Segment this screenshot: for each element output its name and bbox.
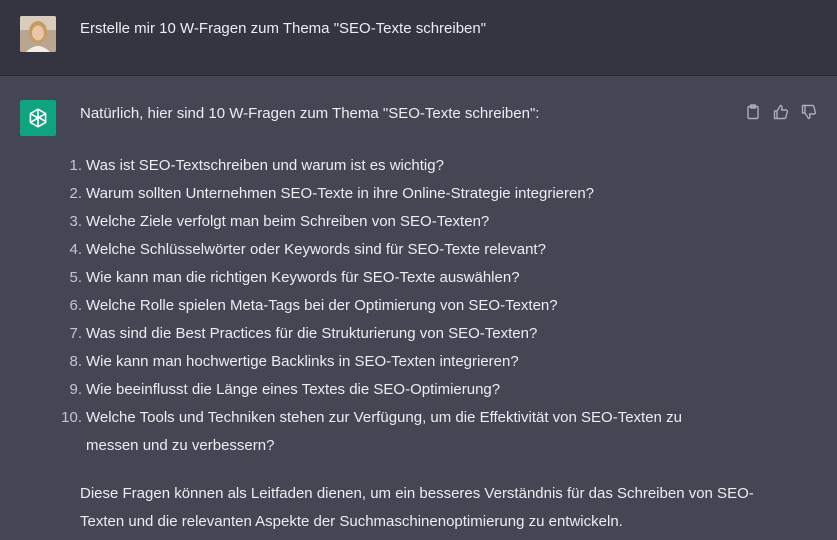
question-list: 1. Was ist SEO-Textschreiben und warum is… — [61, 152, 736, 460]
list-item: 5. Wie kann man die richtigen Keywords fü… — [69, 264, 736, 292]
assistant-intro-text: Natürlich, hier sind 10 W-Fragen zum The… — [80, 105, 540, 122]
assistant-outro-text: Diese Fragen können als Leitfaden dienen… — [80, 485, 754, 530]
list-number: 4. — [69, 241, 82, 258]
list-item: 7. Was sind die Best Practices für die St… — [69, 320, 736, 348]
list-item: 4. Welche Schlüsselwörter oder Keywords s… — [69, 236, 736, 264]
list-number: 6. — [69, 297, 82, 314]
list-number: 3. — [69, 213, 82, 230]
list-item: 6. Welche Rolle spielen Meta-Tags bei der… — [69, 292, 736, 320]
assistant-avatar — [20, 100, 56, 136]
list-number: 1. — [69, 157, 82, 174]
list-number: 10. — [61, 409, 82, 426]
list-item-text: Welche Schlüsselwörter oder Keywords sin… — [86, 241, 546, 258]
list-item: 1. Was ist SEO-Textschreiben und warum is… — [69, 152, 736, 180]
list-item-text: Welche Tools und Techniken stehen zur Ve… — [86, 409, 682, 454]
list-number: 7. — [69, 325, 82, 342]
assistant-message-row: Natürlich, hier sind 10 W-Fragen zum The… — [0, 77, 837, 540]
user-photo-icon — [20, 16, 56, 52]
list-item-text: Warum sollten Unternehmen SEO-Texte in i… — [86, 185, 595, 202]
list-number: 5. — [69, 269, 82, 286]
list-item-text: Wie kann man die richtigen Keywords für … — [86, 269, 520, 286]
list-item-text: Wie beeinflusst die Länge eines Textes d… — [86, 381, 501, 398]
list-item: 9. Wie beeinflusst die Länge eines Textes… — [69, 376, 736, 404]
list-item: 2. Warum sollten Unternehmen SEO-Texte in… — [69, 180, 736, 208]
list-item: 3. Welche Ziele verfolgt man beim Schreib… — [69, 208, 736, 236]
list-number: 2. — [69, 185, 82, 202]
thumbs-down-icon[interactable] — [800, 103, 818, 121]
list-item: 8. Wie kann man hochwertige Backlinks in … — [69, 348, 736, 376]
openai-logo-icon — [29, 108, 47, 128]
list-number: 8. — [69, 353, 82, 370]
list-item-text: Wie kann man hochwertige Backlinks in SE… — [86, 353, 519, 370]
user-message-text: Erstelle mir 10 W-Fragen zum Thema "SEO-… — [80, 20, 487, 37]
list-item-text: Was ist SEO-Textschreiben und warum ist … — [86, 157, 444, 174]
list-item-text: Welche Ziele verfolgt man beim Schreiben… — [86, 213, 490, 230]
user-avatar — [20, 16, 56, 52]
list-number: 9. — [69, 381, 82, 398]
list-item-text: Was sind die Best Practices für die Stru… — [86, 325, 538, 342]
list-item-text: Welche Rolle spielen Meta-Tags bei der O… — [86, 297, 558, 314]
message-actions — [744, 103, 818, 121]
thumbs-up-icon[interactable] — [772, 103, 790, 121]
clipboard-icon[interactable] — [744, 103, 762, 121]
user-message-row: Erstelle mir 10 W-Fragen zum Thema "SEO-… — [0, 0, 837, 76]
list-item: 10. Welche Tools und Techniken stehen zur… — [61, 404, 736, 460]
